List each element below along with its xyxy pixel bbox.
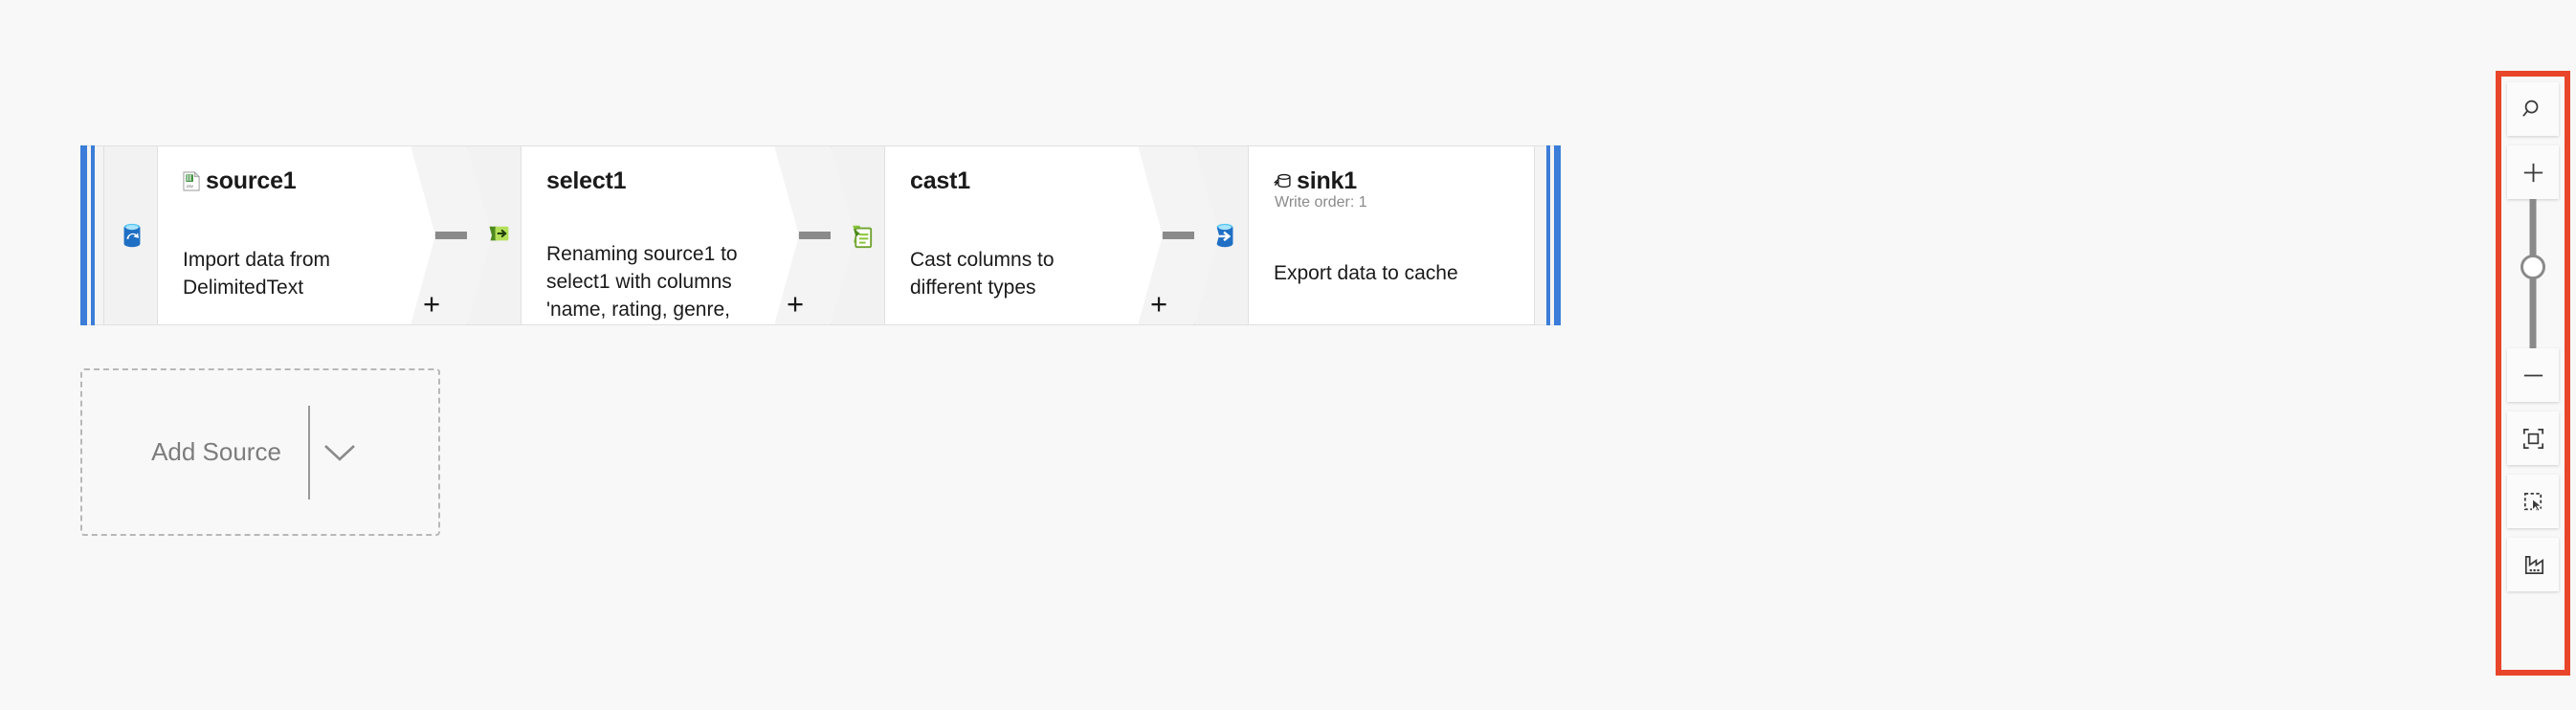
csv-file-icon: csv bbox=[183, 171, 201, 191]
node-icon-panel-source1 bbox=[103, 145, 157, 325]
cache-sink-icon bbox=[1273, 171, 1292, 191]
node-source1[interactable]: csv source1 Import data from DelimitedTe… bbox=[103, 145, 440, 325]
node-select1[interactable]: select1 Renaming source1 to select1 with… bbox=[467, 145, 804, 325]
chevron-down-icon[interactable] bbox=[310, 441, 369, 464]
node-body-select1: select1 Renaming source1 to select1 with… bbox=[521, 145, 799, 325]
add-source-label: Add Source bbox=[151, 437, 281, 466]
node-title-sink1: sink1 bbox=[1297, 167, 1357, 194]
add-node-button-after-source1[interactable]: + bbox=[419, 289, 444, 319]
node-icon-panel-sink1 bbox=[1194, 145, 1248, 325]
azure-data-source-icon bbox=[118, 221, 146, 250]
node-header-cast1: cast1 bbox=[910, 167, 970, 195]
data-flow-debug-icon[interactable] bbox=[2507, 538, 2559, 591]
connector-cast1-sink1 bbox=[1163, 232, 1194, 239]
zoom-slider-thumb[interactable] bbox=[2520, 255, 2545, 279]
svg-text:csv: csv bbox=[187, 185, 194, 189]
data-flow-stream-group: csv source1 Import data from DelimitedTe… bbox=[80, 145, 1561, 325]
node-description-select1: Renaming source1 to select1 with columns… bbox=[546, 243, 738, 321]
node-icon-panel-cast1 bbox=[831, 145, 884, 325]
node-cast1[interactable]: cast1 Cast columns to different types + bbox=[831, 145, 1167, 325]
node-body-sink1: sink1 Write order: 1 Export data to cach… bbox=[1248, 145, 1535, 325]
stream-rail-right-inner bbox=[1546, 145, 1550, 325]
azure-data-sink-icon bbox=[1210, 221, 1239, 250]
node-description-sink1: Export data to cache bbox=[1274, 262, 1458, 284]
node-sink1[interactable]: sink1 Write order: 1 Export data to cach… bbox=[1194, 145, 1535, 325]
node-icon-panel-select1 bbox=[467, 145, 521, 325]
canvas-toolbar bbox=[2507, 82, 2559, 664]
node-write-order-sink1: Write order: 1 bbox=[1275, 194, 1367, 211]
node-description-cast1: Cast columns to different types bbox=[910, 249, 1055, 299]
node-header-select1: select1 bbox=[546, 167, 626, 195]
data-flow-canvas[interactable]: csv source1 Import data from DelimitedTe… bbox=[0, 0, 2576, 710]
stream-rail-right-outer bbox=[1554, 145, 1561, 325]
node-body-source1: csv source1 Import data from DelimitedTe… bbox=[157, 145, 435, 325]
add-node-button-after-select1[interactable]: + bbox=[783, 289, 808, 319]
node-header-sink1: sink1 bbox=[1273, 167, 1357, 195]
marquee-select-icon[interactable] bbox=[2507, 475, 2559, 528]
node-title-select1: select1 bbox=[546, 167, 627, 194]
zoom-slider[interactable] bbox=[2507, 199, 2559, 348]
add-node-button-after-cast1[interactable]: + bbox=[1146, 289, 1171, 319]
node-header-source1: csv source1 bbox=[183, 167, 297, 195]
node-body-cast1: cast1 Cast columns to different types bbox=[884, 145, 1163, 325]
add-source-button[interactable]: Add Source bbox=[80, 368, 440, 536]
connector-select1-cast1 bbox=[799, 232, 831, 239]
select-transformation-icon bbox=[483, 221, 512, 250]
node-title-source1: source1 bbox=[206, 167, 297, 194]
zoom-in-icon[interactable] bbox=[2507, 145, 2559, 199]
cast-transformation-icon bbox=[845, 221, 874, 250]
stream-rail-left-inner bbox=[91, 145, 95, 325]
connector-source1-select1 bbox=[435, 232, 467, 239]
node-description-source1: Import data from DelimitedText bbox=[183, 249, 331, 299]
node-title-cast1: cast1 bbox=[910, 167, 970, 194]
zoom-to-fit-icon[interactable] bbox=[2507, 411, 2559, 465]
zoom-out-icon[interactable] bbox=[2507, 348, 2559, 402]
stream-rail-left-outer bbox=[80, 145, 87, 325]
search-icon[interactable] bbox=[2507, 82, 2559, 136]
